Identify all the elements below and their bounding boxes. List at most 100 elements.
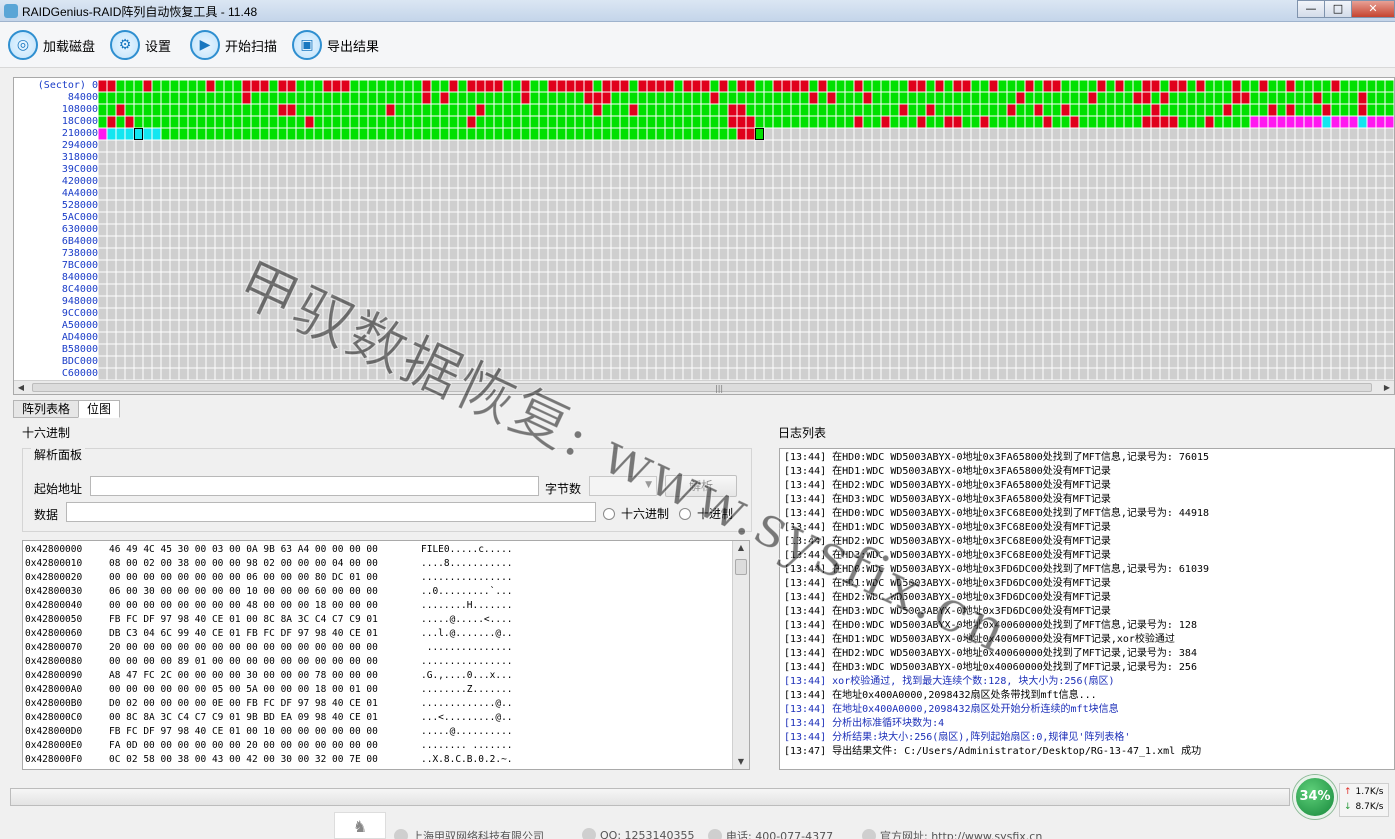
sector-cell[interactable]	[1088, 80, 1097, 92]
sector-cell[interactable]	[1295, 92, 1304, 104]
sector-cell[interactable]	[170, 116, 179, 128]
sector-cell[interactable]	[170, 128, 179, 140]
sector-cell[interactable]	[1385, 92, 1394, 104]
sector-cell[interactable]	[1052, 80, 1061, 92]
sector-cell[interactable]	[683, 116, 692, 128]
sector-cell[interactable]	[107, 104, 116, 116]
sector-cell[interactable]	[287, 80, 296, 92]
sector-cell[interactable]	[926, 116, 935, 128]
sector-cell[interactable]	[962, 104, 971, 116]
sector-cell[interactable]	[1250, 116, 1259, 128]
sector-cell[interactable]	[917, 80, 926, 92]
sector-cell[interactable]	[647, 128, 656, 140]
sector-cell[interactable]	[827, 92, 836, 104]
tab-array-table[interactable]: 阵列表格	[13, 400, 80, 418]
sector-cell[interactable]	[1070, 92, 1079, 104]
sector-cell[interactable]	[1178, 92, 1187, 104]
sector-cell[interactable]	[449, 80, 458, 92]
sector-cell[interactable]	[1340, 80, 1349, 92]
sector-cell[interactable]	[1079, 116, 1088, 128]
sector-cell[interactable]	[1115, 80, 1124, 92]
sector-cell[interactable]	[503, 116, 512, 128]
sector-cell[interactable]	[1331, 116, 1340, 128]
sector-cell[interactable]	[1322, 80, 1331, 92]
sector-cell[interactable]	[1223, 116, 1232, 128]
sector-cell[interactable]	[269, 104, 278, 116]
sector-cell[interactable]	[242, 92, 251, 104]
scroll-thumb[interactable]: |||	[32, 383, 1372, 393]
scroll-up-icon[interactable]: ▲	[733, 541, 749, 555]
sector-cell[interactable]	[1160, 80, 1169, 92]
sector-cell[interactable]	[521, 104, 530, 116]
sector-cell[interactable]	[98, 116, 107, 128]
sector-cell[interactable]	[1304, 80, 1313, 92]
sector-cell[interactable]	[989, 116, 998, 128]
sector-cell[interactable]	[1106, 92, 1115, 104]
sector-cell[interactable]	[809, 116, 818, 128]
sector-cell[interactable]	[116, 80, 125, 92]
sector-cell[interactable]	[1205, 80, 1214, 92]
sector-cell[interactable]	[260, 92, 269, 104]
sector-cell[interactable]	[1376, 116, 1385, 128]
sector-cell[interactable]	[467, 116, 476, 128]
sector-cell[interactable]	[1043, 80, 1052, 92]
sector-cell[interactable]	[692, 92, 701, 104]
sector-cell[interactable]	[1349, 80, 1358, 92]
sector-cell[interactable]	[710, 80, 719, 92]
sector-cell[interactable]	[98, 128, 107, 140]
sector-cell[interactable]	[386, 80, 395, 92]
sector-cell[interactable]	[566, 92, 575, 104]
sector-cell[interactable]	[161, 92, 170, 104]
sector-cell[interactable]	[143, 128, 152, 140]
sector-cell[interactable]	[1349, 116, 1358, 128]
sector-cell[interactable]	[125, 116, 134, 128]
sector-cell[interactable]	[188, 116, 197, 128]
sector-cell[interactable]	[773, 92, 782, 104]
sector-cell[interactable]	[746, 80, 755, 92]
sector-cell[interactable]	[620, 92, 629, 104]
sector-cell[interactable]	[116, 104, 125, 116]
sector-cell[interactable]	[1169, 104, 1178, 116]
sector-cell[interactable]	[197, 104, 206, 116]
sector-cell[interactable]	[1070, 80, 1079, 92]
sector-cell[interactable]	[1196, 116, 1205, 128]
sector-cell[interactable]	[359, 80, 368, 92]
sector-cell[interactable]	[368, 128, 377, 140]
sector-cell[interactable]	[575, 92, 584, 104]
sector-cell[interactable]	[233, 128, 242, 140]
sector-cell[interactable]	[485, 128, 494, 140]
sector-cell[interactable]	[1313, 116, 1322, 128]
start-address-input[interactable]	[90, 476, 539, 496]
sector-cell[interactable]	[215, 128, 224, 140]
sector-cell[interactable]	[1070, 104, 1079, 116]
sector-cell[interactable]	[764, 92, 773, 104]
sector-cell[interactable]	[818, 104, 827, 116]
sector-cell[interactable]	[242, 128, 251, 140]
sector-cell[interactable]	[296, 80, 305, 92]
sector-cell[interactable]	[107, 92, 116, 104]
sector-cell[interactable]	[1214, 92, 1223, 104]
hex-scroll-thumb[interactable]	[735, 559, 747, 575]
sector-cell[interactable]	[530, 116, 539, 128]
sector-cell[interactable]	[1142, 116, 1151, 128]
sector-cell[interactable]	[224, 92, 233, 104]
sector-cell[interactable]	[1277, 92, 1286, 104]
sector-cell[interactable]	[1340, 92, 1349, 104]
sector-cell[interactable]	[1223, 80, 1232, 92]
sector-cell[interactable]	[404, 128, 413, 140]
sector-cell[interactable]	[1313, 92, 1322, 104]
sector-cell[interactable]	[1313, 80, 1322, 92]
sector-cell[interactable]	[548, 116, 557, 128]
sector-cell[interactable]	[719, 116, 728, 128]
sector-cell[interactable]	[665, 128, 674, 140]
sector-cell[interactable]	[1061, 80, 1070, 92]
sector-cell[interactable]	[1052, 92, 1061, 104]
sector-cell[interactable]	[557, 116, 566, 128]
sector-cell[interactable]	[512, 104, 521, 116]
sector-cell[interactable]	[1124, 116, 1133, 128]
sector-cell[interactable]	[1358, 104, 1367, 116]
sector-cell[interactable]	[1043, 104, 1052, 116]
sector-cell[interactable]	[467, 128, 476, 140]
data-input[interactable]	[66, 502, 596, 522]
sector-cell[interactable]	[602, 116, 611, 128]
